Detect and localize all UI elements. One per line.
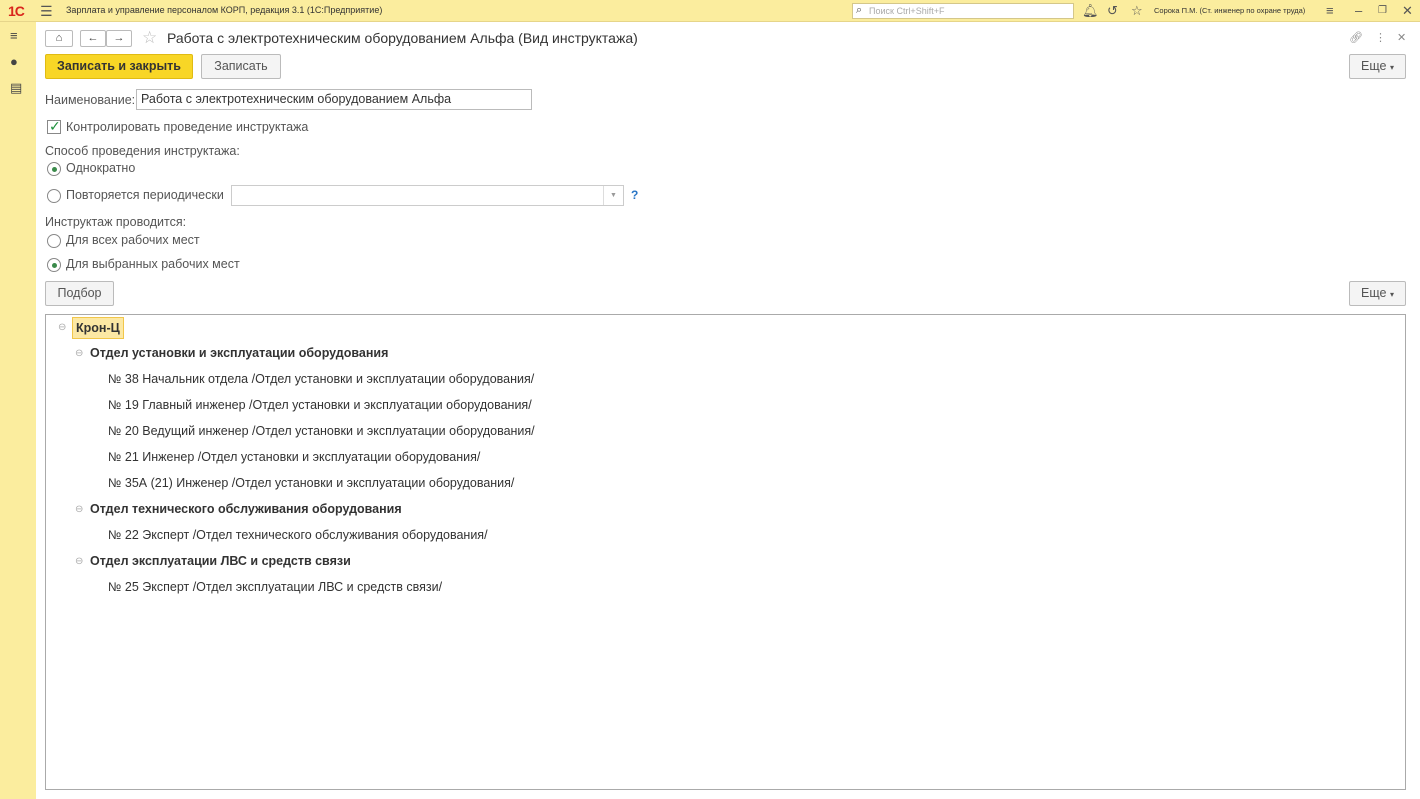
close-window-icon[interactable]: ✕ [1402,3,1413,19]
save-button[interactable]: Записать [201,54,281,79]
tree-item[interactable]: № 19 Главный инженер /Отдел установки и … [108,398,532,412]
settings-menu-icon[interactable]: ≡ [1326,3,1334,18]
more-list-label: Еще [1361,286,1387,300]
card-icon[interactable]: ▤ [10,80,22,96]
once-radio[interactable] [47,162,61,176]
home-button[interactable]: ⌂ [45,30,73,47]
tree-item[interactable]: № 20 Ведущий инженер /Отдел установки и … [108,424,535,438]
selected-workplaces-label: Для выбранных рабочих мест [66,257,240,271]
periodic-label: Повторяется периодически [66,188,224,202]
dropdown-arrow-icon[interactable]: ▼ [603,186,623,205]
all-workplaces-label: Для всех рабочих мест [66,233,200,247]
pick-button[interactable]: Подбор [45,281,114,306]
menu-lines-icon[interactable]: ≡ [10,28,18,43]
app-title: Зарплата и управление персоналом КОРП, р… [66,5,383,15]
more-button[interactable]: Еще ▾ [1349,54,1406,79]
main-menu-icon[interactable]: ☰ [40,3,53,20]
chevron-down-icon: ▾ [1389,63,1394,72]
history-icon[interactable]: ↺ [1107,3,1118,19]
minimize-icon[interactable]: – [1355,3,1362,18]
more-vertical-icon[interactable]: ⋮ [1375,31,1386,44]
back-button[interactable]: ← [80,30,106,47]
more-list-button[interactable]: Еще ▾ [1349,281,1406,306]
close-form-icon[interactable]: ✕ [1397,31,1406,44]
control-checkbox[interactable]: ✓ [47,118,61,134]
tree-group[interactable]: Отдел технического обслуживания оборудов… [90,502,402,516]
tree-group[interactable]: Отдел установки и эксплуатации оборудова… [90,346,388,360]
once-label: Однократно [66,161,136,175]
tree-item[interactable]: № 35А (21) Инженер /Отдел установки и эк… [108,476,514,490]
tree-group[interactable]: Отдел эксплуатации ЛВС и средств связи [90,554,351,568]
tree-item[interactable]: № 22 Эксперт /Отдел технического обслужи… [108,528,488,542]
help-icon[interactable]: ? [631,188,638,202]
search-icon: ⌕ [856,4,863,16]
restore-icon[interactable]: ❐ [1378,5,1387,16]
current-user[interactable]: Сорока П.М. (Ст. инженер по охране труда… [1154,6,1305,15]
collapse-icon[interactable]: ⊖ [58,322,66,333]
left-sidebar: ≡ ● ▤ [0,22,36,799]
global-search-input[interactable]: ⌕ Поиск Ctrl+Shift+F [852,3,1074,19]
selected-workplaces-radio[interactable] [47,258,61,272]
workplaces-tree[interactable]: ⊖ Крон-Ц ⊖ Отдел установки и эксплуатаци… [45,314,1406,790]
chevron-down-icon: ▾ [1389,290,1394,299]
tree-root[interactable]: Крон-Ц [72,317,124,339]
all-workplaces-radio[interactable] [47,234,61,248]
periodic-radio[interactable] [47,189,61,203]
tree-item[interactable]: № 21 Инженер /Отдел установки и эксплуат… [108,450,480,464]
favorites-star-icon[interactable]: ☆ [1131,3,1143,19]
method-label: Способ проведения инструктажа: [45,144,240,158]
tree-item[interactable]: № 25 Эксперт /Отдел эксплуатации ЛВС и с… [108,580,442,594]
tree-item[interactable]: № 38 Начальник отдела /Отдел установки и… [108,372,534,386]
checkmark-icon: ✓ [49,118,61,134]
bell-small-icon[interactable]: ● [10,54,18,69]
app-logo: 1С [8,3,25,19]
more-label: Еще [1361,59,1387,73]
conducted-label: Инструктаж проводится: [45,215,187,229]
favorite-star-icon[interactable]: ☆ [142,28,157,48]
page-title: Работа с электротехническим оборудование… [167,30,638,46]
link-icon[interactable]: 🔗︎ [1349,31,1363,44]
name-field[interactable]: Работа с электротехническим оборудование… [136,89,532,110]
collapse-icon[interactable]: ⊖ [75,504,83,515]
bell-icon[interactable]: 🔔︎ [1082,3,1099,19]
name-label: Наименование: [45,93,136,107]
forward-button[interactable]: → [106,30,132,47]
control-label: Контролировать проведение инструктажа [66,120,309,134]
save-and-close-button[interactable]: Записать и закрыть [45,54,193,79]
search-placeholder: Поиск Ctrl+Shift+F [869,6,945,16]
periodicity-select[interactable]: ▼ [231,185,624,206]
collapse-icon[interactable]: ⊖ [75,556,83,567]
collapse-icon[interactable]: ⊖ [75,348,83,359]
form-window: ⌂ ← → ☆ Работа с электротехническим обор… [36,22,1420,799]
title-bar: 1С ☰ Зарплата и управление персоналом КО… [0,0,1420,22]
